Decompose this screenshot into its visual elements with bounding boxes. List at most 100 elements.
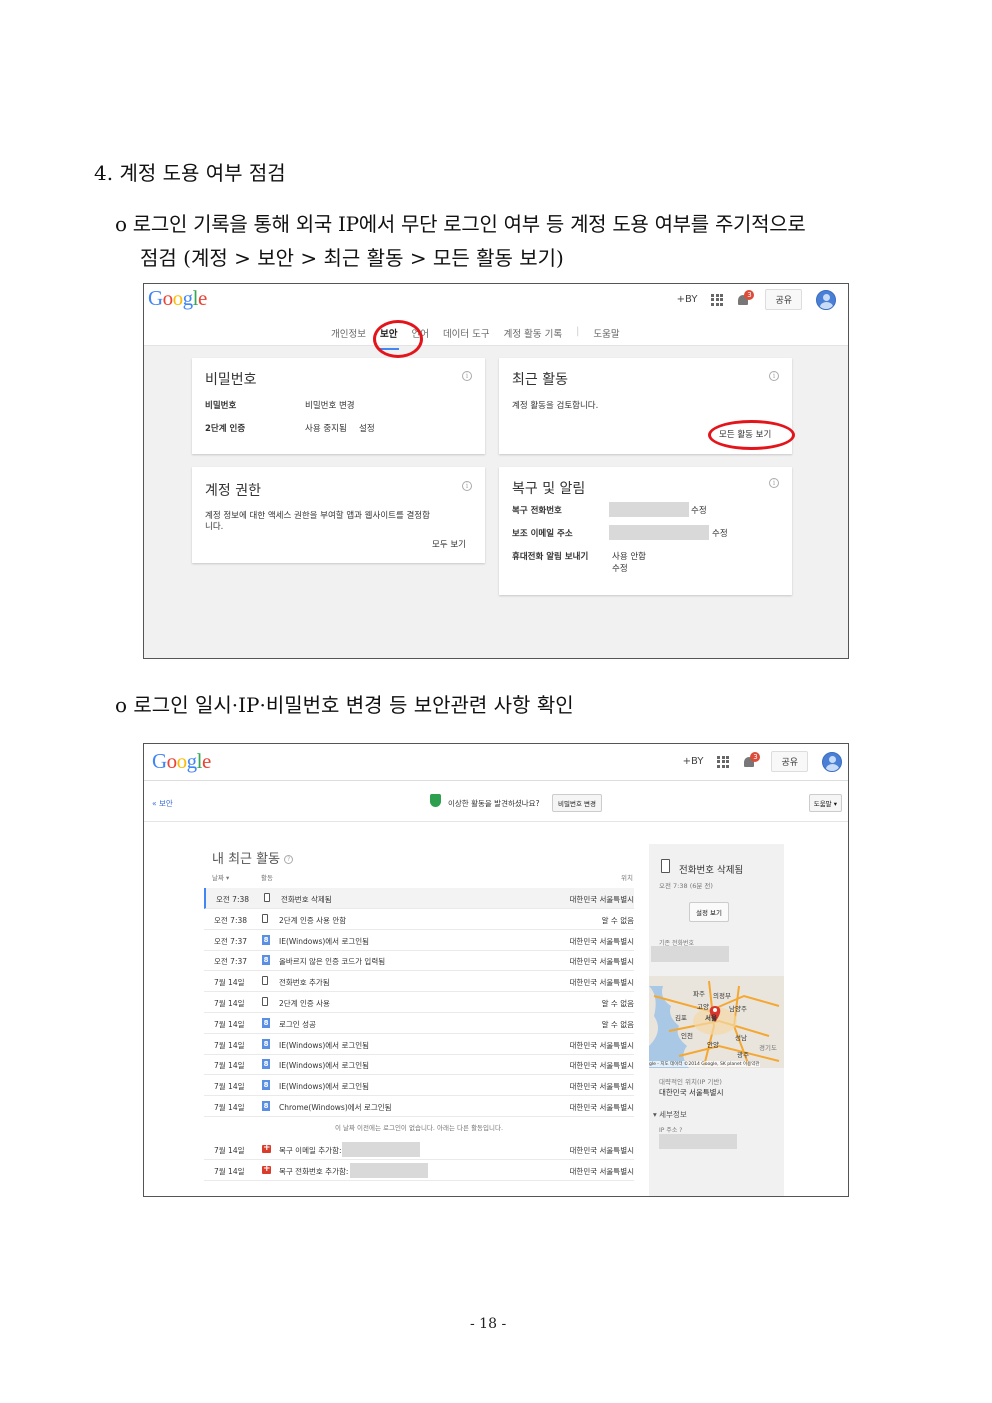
row-location: 대한민국 서울특별시: [569, 978, 634, 988]
row-location: 대한민국 서울특별시: [569, 1167, 634, 1177]
bullet1-line2: 점검 (계정 > 보안 > 최근 활동 > 모든 활동 보기): [140, 246, 564, 270]
highlight-oval-view-all: [708, 420, 795, 450]
top-bar: Google +BY 3 공유: [144, 744, 848, 781]
notification-count: 3: [744, 289, 755, 300]
map-label: 고양: [697, 1003, 709, 1011]
row-date: 7월 14일: [214, 1103, 245, 1112]
info-icon[interactable]: i: [462, 371, 472, 381]
view-settings-button[interactable]: 설정 보기: [689, 902, 729, 922]
map-label: 의정부: [713, 992, 731, 1000]
map-label: 파주: [693, 990, 705, 998]
redacted-value: [350, 1163, 428, 1179]
help-icon[interactable]: ?: [284, 855, 294, 864]
tab-activity-history[interactable]: 계정 활동 기록: [504, 326, 562, 340]
map-label: 김포: [675, 1014, 687, 1022]
row-activity: 전화번호 삭제됨: [281, 895, 332, 904]
row-date: 7월 14일: [214, 1061, 245, 1071]
share-button[interactable]: 공유: [765, 289, 802, 310]
tab-data-tools[interactable]: 데이터 도구: [443, 326, 490, 340]
col-location-header: 위치: [621, 874, 633, 882]
recent-activity-screenshot: Google +BY 3 공유 « 보안 이상한 활동을 발견하셨나요? 비밀번…: [143, 743, 849, 1197]
notification-bell-icon[interactable]: 3: [737, 289, 755, 307]
account-settings-screenshot: Google +BY 3 공유 개인정보 보안 언어 데이터 도구 계정 활동 …: [143, 283, 849, 659]
row-location: 대한민국 서울특별시: [569, 895, 634, 904]
google-account-icon: 8: [262, 1059, 270, 1070]
row-activity: 복구 이메일 추가함:: [279, 1145, 342, 1155]
view-all-permissions-link[interactable]: 모두 보기: [432, 538, 466, 550]
bullet1-line1: o 로그인 기록을 통해 외국 IP에서 무단 로그인 여부 등 계정 도용 여…: [115, 212, 806, 236]
google-account-icon: 8: [262, 1080, 270, 1091]
table-row[interactable]: 오전 7:38 2단계 인증 사용 안함 알 수 없음: [204, 909, 634, 930]
edit-email-link[interactable]: 수정: [712, 527, 728, 539]
row-date: 오전 7:38: [216, 895, 250, 904]
row-location: 대한민국 서울특별시: [569, 1061, 634, 1071]
tab-personal-info[interactable]: 개인정보: [331, 326, 366, 340]
change-password-link[interactable]: 비밀번호 변경: [305, 399, 355, 411]
first-aid-icon: [262, 1164, 271, 1175]
info-icon[interactable]: i: [462, 481, 472, 491]
top-bar: Google +BY 3 공유 개인정보 보안 언어 데이터 도구 계정 활동 …: [144, 284, 848, 350]
row-date: 오전 7:37: [214, 936, 248, 946]
row-date: 오전 7:38: [214, 915, 248, 925]
info-icon[interactable]: i: [769, 371, 779, 381]
table-row[interactable]: 7월 14일 8 IE(Windows)에서 로그인됨 대한민국 서울특별시: [204, 1054, 634, 1076]
col-activity-header: 활동: [261, 874, 273, 882]
share-button[interactable]: 공유: [771, 751, 808, 772]
table-row[interactable]: 7월 14일 복구 전화번호 추가함: 대한민국 서울특별시: [204, 1160, 634, 1182]
activity-title: 내 최근 활동 ?: [212, 848, 294, 867]
two-step-setup-link[interactable]: 설정: [359, 422, 375, 434]
details-toggle[interactable]: ▾ 세부정보: [653, 1109, 687, 1120]
row-date: 7월 14일: [214, 1019, 245, 1029]
google-account-icon: 8: [262, 934, 270, 945]
edit-alert-link[interactable]: 수정: [612, 562, 628, 574]
redacted-value: [342, 1141, 420, 1157]
info-icon[interactable]: i: [769, 478, 779, 488]
table-row[interactable]: 오전 7:37 8 IE(Windows)에서 로그인됨 대한민국 서울특별시: [204, 930, 634, 951]
activity-detail-panel: 전화번호 삭제됨 오전 7:38 (6분 전) 설정 보기 기존 전화번호 파주…: [649, 844, 784, 1196]
two-step-label: 2단계 인증: [205, 424, 246, 434]
notification-bell-icon[interactable]: 3: [743, 751, 761, 769]
tab-help[interactable]: 도움말: [593, 326, 619, 340]
avatar[interactable]: [822, 751, 842, 772]
table-row[interactable]: 7월 14일 2단계 인증 사용 알 수 없음: [204, 992, 634, 1013]
col-date-header[interactable]: 날짜 ▾: [212, 872, 229, 882]
redacted-phone: [609, 502, 689, 517]
apps-grid-icon[interactable]: [711, 293, 724, 306]
table-row[interactable]: 7월 14일 8 IE(Windows)에서 로그인됨 대한민국 서울특별시: [204, 1075, 634, 1097]
card-title: 최근 활동: [512, 372, 568, 388]
recent-activity-desc: 계정 활동을 검토합니다.: [512, 401, 599, 411]
row-location: 알 수 없음: [601, 999, 634, 1008]
change-password-button[interactable]: 비밀번호 변경: [552, 794, 602, 812]
row-date: 오전 7:37: [214, 957, 248, 967]
edit-phone-link[interactable]: 수정: [691, 504, 707, 516]
google-account-icon: 8: [262, 1101, 270, 1111]
table-row[interactable]: 오전 7:38 전화번호 삭제됨 대한민국 서울특별시: [204, 888, 634, 909]
table-row[interactable]: 7월 14일 8 Chrome(Windows)에서 로그인됨 대한민국 서울특별시: [204, 1096, 634, 1117]
row-date: 7월 14일: [214, 978, 245, 988]
recovery-phone-label: 복구 전화번호: [512, 506, 562, 516]
shield-icon: [430, 794, 441, 807]
google-logo: Google: [152, 749, 211, 773]
map-label: 광주: [737, 1051, 749, 1059]
location-map[interactable]: 파주 의정부 고양 남양주 김포 서울 인천 성남 안양 광주 경기도 gle …: [649, 976, 784, 1068]
apps-grid-icon[interactable]: [717, 755, 730, 768]
avatar[interactable]: [816, 289, 836, 310]
row-activity: 올바르지 않은 인증 코드가 입력됨: [279, 957, 386, 967]
table-row[interactable]: 7월 14일 복구 이메일 추가함: 대한민국 서울특별시: [204, 1139, 634, 1160]
table-row[interactable]: 오전 7:37 8 올바르지 않은 인증 코드가 입력됨 대한민국 서울특별시: [204, 950, 634, 972]
row-activity: 2단계 인증 사용 안함: [279, 915, 347, 925]
plus-link[interactable]: +BY: [677, 294, 698, 305]
page-number: - 18 -: [470, 1316, 507, 1332]
back-to-security-link[interactable]: « 보안: [152, 798, 173, 809]
row-activity: IE(Windows)에서 로그인됨: [279, 1082, 370, 1092]
row-location: 대한민국 서울특별시: [569, 957, 634, 967]
table-row[interactable]: 7월 14일 8 로그인 성공 알 수 없음: [204, 1013, 634, 1034]
table-row[interactable]: 7월 14일 전화번호 추가됨 대한민국 서울특별시: [204, 971, 634, 993]
map-label: 성남: [735, 1034, 747, 1042]
google-account-icon: 8: [262, 955, 270, 966]
table-row[interactable]: 7월 14일 8 IE(Windows)에서 로그인됨 대한민국 서울특별시: [204, 1034, 634, 1055]
help-dropdown[interactable]: 도움말 ▾: [808, 794, 842, 812]
plus-link[interactable]: +BY: [683, 756, 704, 767]
row-activity: IE(Windows)에서 로그인됨: [279, 936, 370, 946]
map-label: 남양주: [729, 1005, 747, 1013]
